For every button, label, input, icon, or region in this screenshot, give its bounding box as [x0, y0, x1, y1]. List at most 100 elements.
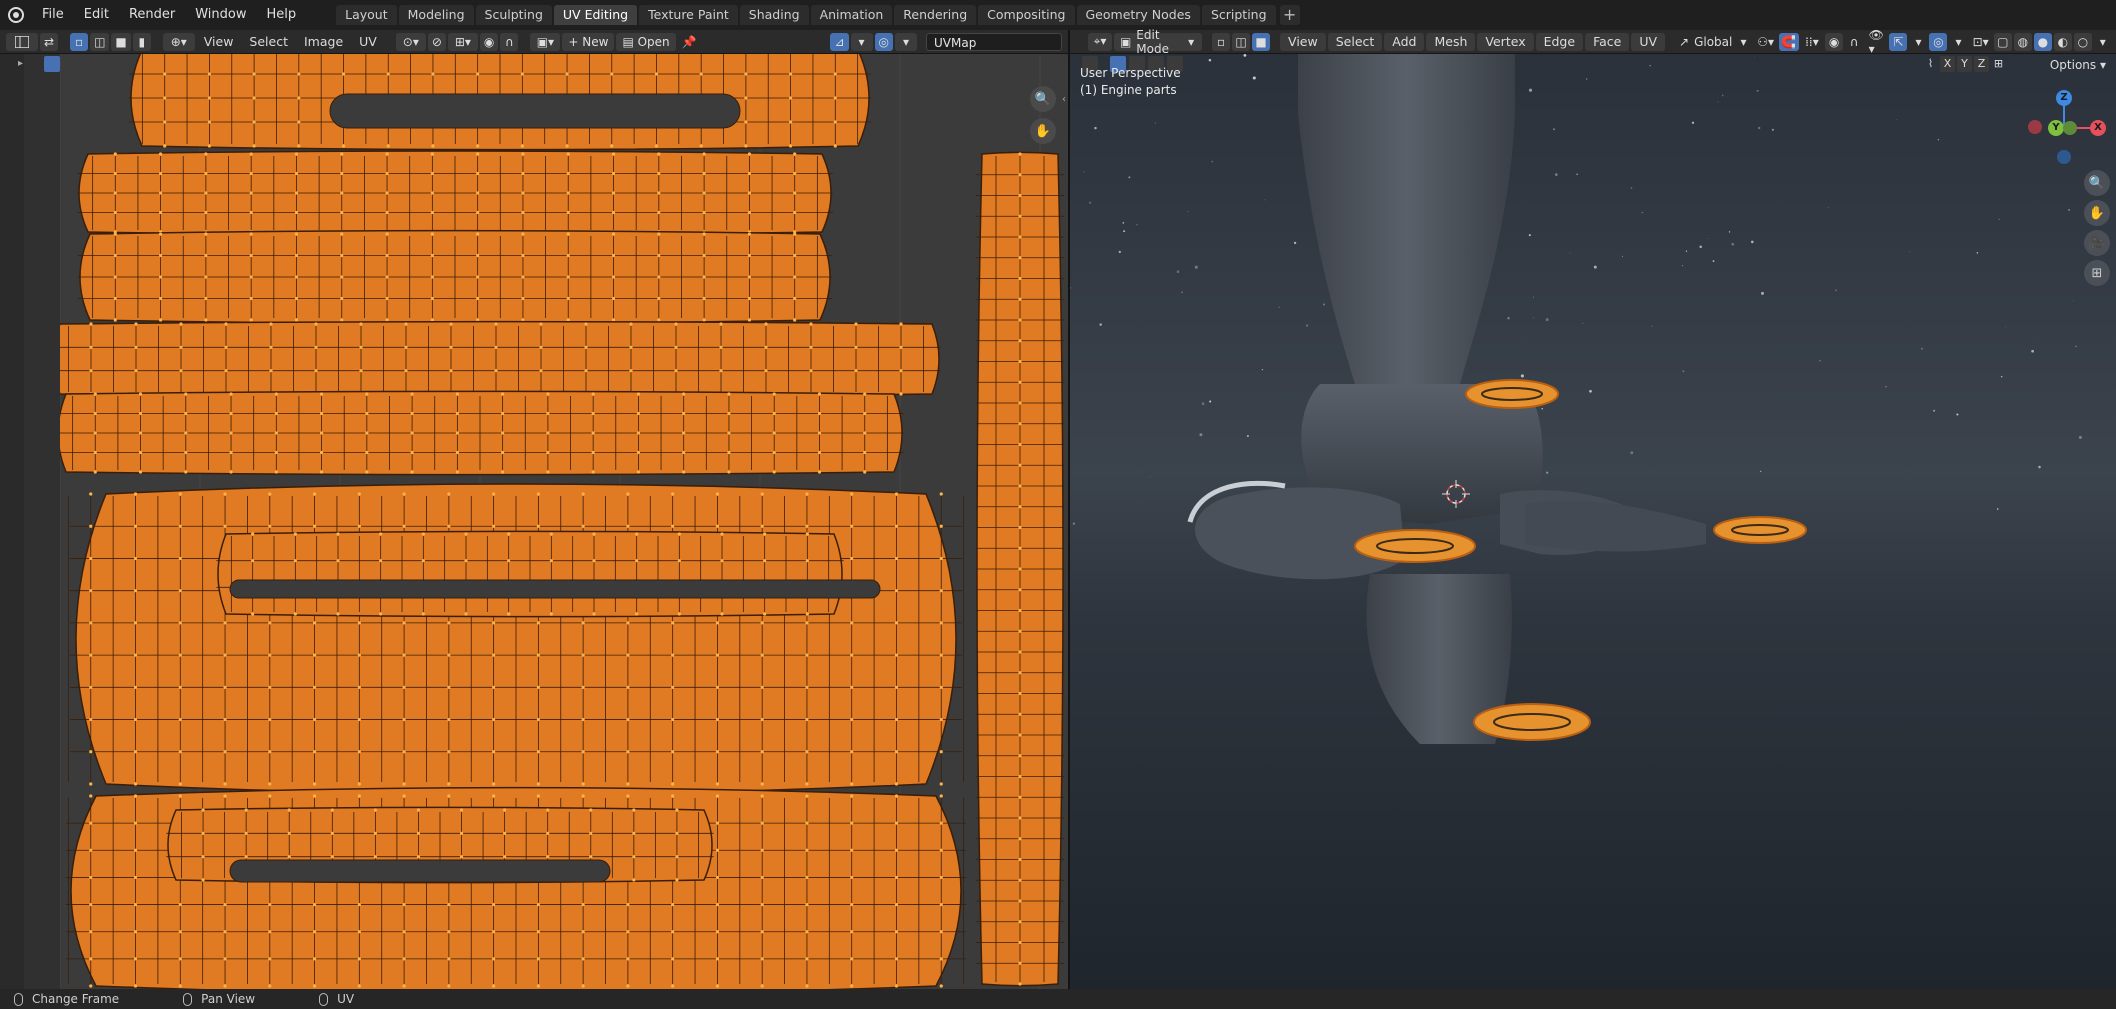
- transform-orientation-selector[interactable]: ↗ Global: [1675, 33, 1732, 51]
- gizmo-z-axis[interactable]: Z: [2056, 90, 2072, 106]
- tab-shading[interactable]: Shading: [739, 5, 809, 25]
- material-shading-icon[interactable]: ◐: [2053, 32, 2072, 51]
- uv-island[interactable]: [51, 320, 941, 398]
- sync-selection-icon[interactable]: ⇄: [40, 32, 59, 51]
- vp-edge-select-icon[interactable]: ◫: [1232, 32, 1251, 51]
- uv-gizmo-icon[interactable]: ⊿: [830, 32, 849, 51]
- pivot-point-icon[interactable]: ⊙▾: [395, 32, 426, 51]
- gizmo-dropdown-icon[interactable]: ▾: [1909, 33, 1927, 51]
- uv-editor-area[interactable]: ▸ 🔍 ✋ ‹: [0, 54, 1068, 989]
- gizmo-toggle-icon[interactable]: ⇱: [1889, 32, 1908, 51]
- mode-selector[interactable]: ▣ Edit Mode ▾: [1113, 28, 1203, 56]
- menu-help[interactable]: Help: [257, 0, 307, 30]
- pivot-icon[interactable]: ⚇▾: [1754, 33, 1776, 51]
- add-workspace-button[interactable]: +: [1279, 5, 1300, 25]
- tab-texture-paint[interactable]: Texture Paint: [639, 5, 738, 25]
- uv-island[interactable]: [77, 150, 833, 236]
- vp-menu-view[interactable]: View: [1280, 32, 1326, 51]
- mirror-z-button[interactable]: Z: [1974, 56, 1989, 72]
- toolbar-expand-icon[interactable]: ▸: [18, 58, 23, 69]
- vp-menu-face[interactable]: Face: [1585, 32, 1630, 51]
- uv-island[interactable]: [56, 390, 904, 476]
- uv-canvas[interactable]: [51, 54, 1068, 989]
- auto-merge-icon[interactable]: ⊞: [1991, 56, 2006, 72]
- rendered-shading-icon[interactable]: ○: [2073, 32, 2092, 51]
- uv-menu-image[interactable]: Image: [296, 30, 351, 53]
- xray-icon[interactable]: ▢: [1993, 32, 2012, 51]
- vp-face-select-icon[interactable]: ■: [1252, 32, 1271, 51]
- tab-animation[interactable]: Animation: [810, 5, 893, 25]
- uv-island[interactable]: [216, 530, 844, 618]
- right-port[interactable]: [1713, 516, 1807, 544]
- mirror-x-button[interactable]: X: [1940, 56, 1955, 72]
- viewport-scene[interactable]: [1070, 54, 2116, 989]
- uv-islands[interactable]: [51, 54, 1068, 989]
- face-select-icon[interactable]: ■: [111, 32, 131, 51]
- blender-logo-icon[interactable]: [8, 7, 24, 23]
- tab-scripting[interactable]: Scripting: [1201, 5, 1276, 25]
- pin-icon[interactable]: 📌: [678, 33, 701, 51]
- menu-render[interactable]: Render: [119, 0, 185, 30]
- vp-menu-add[interactable]: Add: [1384, 32, 1425, 51]
- overlay-icon[interactable]: ◎: [874, 32, 893, 51]
- gizmo-x-axis[interactable]: X: [2090, 120, 2106, 136]
- uv-island[interactable]: [78, 229, 832, 325]
- snap-icon[interactable]: ⊘: [427, 32, 446, 51]
- select-subtract-icon[interactable]: [80, 56, 96, 72]
- visibility-icon[interactable]: 👁▾: [1865, 28, 1887, 56]
- tab-sculpting[interactable]: Sculpting: [475, 5, 552, 25]
- uv-menu-select[interactable]: Select: [241, 30, 296, 53]
- select-extend-icon[interactable]: [62, 56, 78, 72]
- vp-snap-icon[interactable]: 🧲: [1778, 32, 1799, 51]
- vp-overlay-dropdown-icon[interactable]: ▾: [1949, 33, 1967, 51]
- vp-menu-select[interactable]: Select: [1327, 32, 1383, 51]
- vp-vertex-select-icon[interactable]: ▫: [1212, 32, 1231, 51]
- new-image-button[interactable]: + New: [562, 32, 615, 51]
- orientation-chevron-icon[interactable]: ▾: [1734, 33, 1752, 51]
- viewport-editor-type-icon[interactable]: ⌖▾: [1088, 32, 1112, 51]
- menu-file[interactable]: File: [32, 0, 74, 30]
- camera-icon[interactable]: 🎥: [2084, 230, 2110, 256]
- editor-type-icon[interactable]: [6, 32, 38, 51]
- vertex-select-icon[interactable]: ▫: [70, 32, 89, 51]
- display-options-icon[interactable]: ▾: [850, 32, 873, 51]
- open-image-button[interactable]: ▤ Open: [616, 32, 676, 51]
- uv-island[interactable]: [67, 483, 965, 795]
- uvmap-selector[interactable]: UVMap: [926, 32, 1062, 51]
- vp-overlay-icon[interactable]: ◎: [1929, 32, 1948, 51]
- island-select-icon[interactable]: ▮: [132, 32, 151, 51]
- proportional-edit-icon[interactable]: ◉: [479, 32, 499, 51]
- tab-uv-editing[interactable]: UV Editing: [553, 5, 638, 25]
- navigation-gizmo[interactable]: Z X Y: [2020, 84, 2110, 164]
- pan-hand-icon[interactable]: ✋: [1030, 118, 1056, 144]
- vp-pan-hand-icon[interactable]: ✋: [2084, 200, 2110, 226]
- gizmo-y-axis[interactable]: Y: [2048, 120, 2064, 136]
- tab-compositing[interactable]: Compositing: [978, 5, 1075, 25]
- menu-window[interactable]: Window: [185, 0, 256, 30]
- vp-zoom-icon[interactable]: 🔍: [2084, 170, 2110, 196]
- 3d-viewport[interactable]: User Perspective (1) Engine parts ⌇ X Y …: [1070, 54, 2116, 989]
- falloff-icon[interactable]: ∩: [500, 32, 519, 51]
- edge-select-icon[interactable]: ◫: [90, 32, 110, 51]
- overlay-dropdown-icon[interactable]: ▾: [895, 32, 917, 51]
- menu-edit[interactable]: Edit: [74, 0, 119, 30]
- sticky-selection-icon[interactable]: ⊕▾: [162, 32, 195, 51]
- image-browse-icon[interactable]: ▣▾: [530, 32, 561, 51]
- select-box-icon[interactable]: [44, 56, 60, 72]
- zoom-icon[interactable]: 🔍: [1030, 86, 1056, 112]
- vp-menu-vertex[interactable]: Vertex: [1477, 32, 1534, 51]
- vp-menu-mesh[interactable]: Mesh: [1426, 32, 1476, 51]
- top-port[interactable]: [1465, 379, 1559, 409]
- tab-rendering[interactable]: Rendering: [894, 5, 977, 25]
- vp-menu-uv[interactable]: UV: [1631, 32, 1666, 51]
- vp-menu-edge[interactable]: Edge: [1535, 32, 1584, 51]
- vp-proportional-icon[interactable]: ◉: [1825, 32, 1844, 51]
- gizmo-neg-x-axis[interactable]: [2028, 120, 2042, 134]
- bottom-port[interactable]: [1473, 703, 1591, 741]
- mirror-y-button[interactable]: Y: [1957, 56, 1972, 72]
- vp-falloff-icon[interactable]: ∩: [1845, 33, 1863, 51]
- solid-shading-icon[interactable]: ●: [2033, 32, 2052, 51]
- wireframe-shading-icon[interactable]: ◍: [2013, 32, 2032, 51]
- snap-target-icon[interactable]: ⊞▾: [447, 32, 478, 51]
- sidebar-toggle-icon[interactable]: ‹: [1062, 94, 1066, 105]
